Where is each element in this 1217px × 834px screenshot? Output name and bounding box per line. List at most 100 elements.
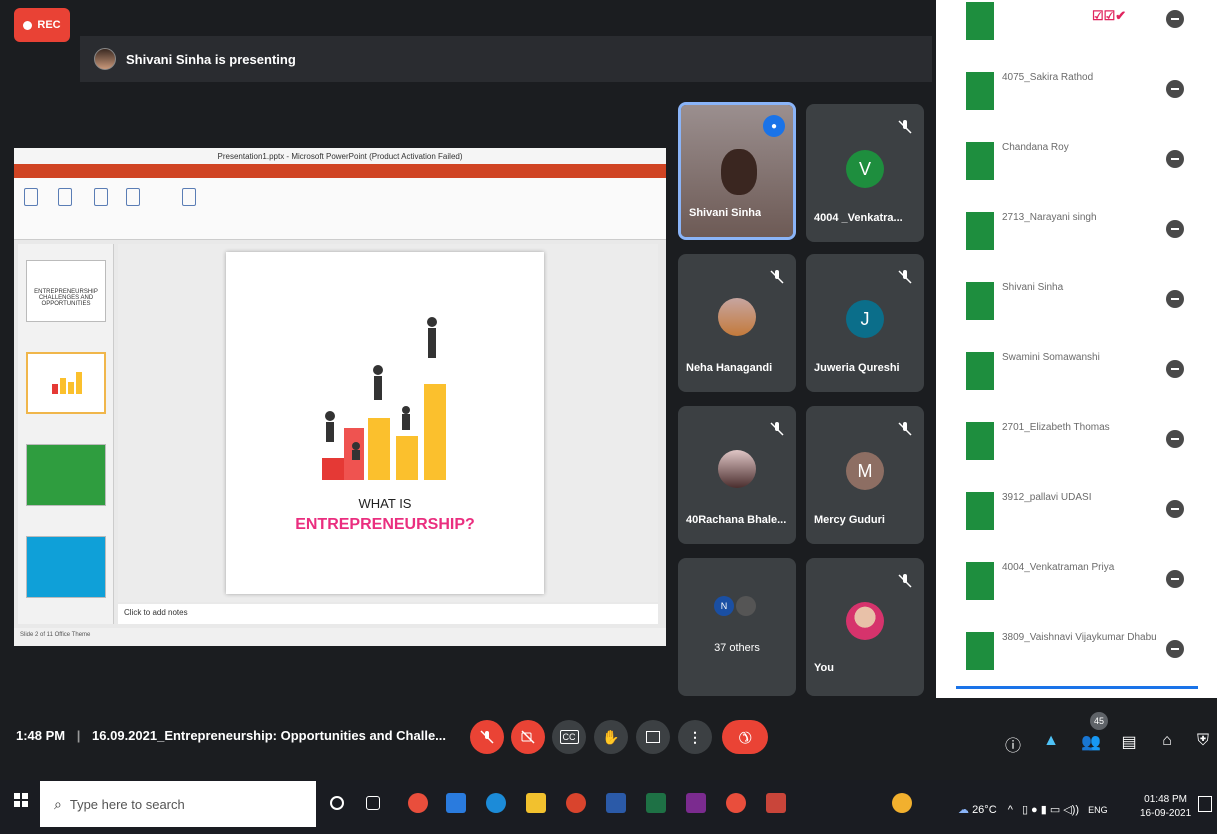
participant-row[interactable]: 4004_Venkatraman Priya — [966, 554, 1196, 624]
ribbon-tool-icon — [182, 188, 196, 206]
shield-icon: ⛨ — [1196, 732, 1209, 749]
ribbon-tool-icon — [126, 188, 140, 206]
taskbar-clock[interactable]: 01:48 PM 16-09-2021 — [1140, 793, 1191, 821]
word-icon[interactable] — [606, 793, 626, 813]
ribbon-tool-icon — [58, 188, 72, 206]
mic-off-icon — [770, 422, 784, 436]
taskbar-search[interactable]: ⌕ Type here to search — [40, 781, 316, 827]
tray-chevron-icon[interactable]: ^ — [1008, 804, 1013, 816]
mic-off-icon — [898, 120, 912, 134]
presenting-text: Shivani Sinha is presenting — [126, 51, 296, 67]
participant-row-name: 3912_pallavi UDASI — [1002, 492, 1092, 503]
participant-row[interactable]: 4075_Sakira Rathod — [966, 64, 1196, 134]
people-icon: 👥 — [1081, 734, 1101, 751]
people-button[interactable]: 👥 — [1080, 732, 1102, 754]
dropbox-icon[interactable] — [446, 793, 466, 813]
chrome-icon[interactable] — [408, 793, 428, 813]
weather-temp[interactable]: 26°C — [972, 804, 997, 816]
notifications-icon[interactable] — [1198, 796, 1212, 812]
participant-row-name: 4075_Sakira Rathod — [1002, 72, 1094, 83]
participant-avatar — [966, 632, 994, 670]
edge-icon[interactable] — [486, 793, 506, 813]
participant-more-icon[interactable] — [1166, 80, 1184, 98]
language-indicator[interactable]: ENG — [1088, 805, 1108, 815]
participant-more-icon[interactable] — [1166, 430, 1184, 448]
app-icon[interactable] — [766, 793, 786, 813]
meeting-info-button[interactable]: ⓘ — [1002, 732, 1024, 755]
panel-scroll-indicator — [956, 686, 1198, 689]
participant-tile[interactable]: M Mercy Guduri — [806, 406, 924, 544]
host-controls-button[interactable]: ⛨ — [1192, 732, 1214, 754]
powerpoint-icon[interactable] — [566, 793, 586, 813]
shapes-icon: ▲ — [1043, 732, 1059, 749]
camera-toggle-button[interactable] — [511, 720, 545, 754]
participant-more-icon[interactable] — [1166, 570, 1184, 588]
mic-off-icon — [480, 730, 494, 744]
tray-status-icons[interactable]: ▯ ● ▮ ▭ ◁)) — [1022, 804, 1079, 816]
participant-photo — [718, 450, 756, 488]
activities-shapes-button[interactable]: ⌂ — [1156, 732, 1178, 754]
recording-badge: REC — [14, 8, 70, 42]
present-button[interactable] — [636, 720, 670, 754]
participant-more-icon[interactable] — [1166, 500, 1184, 518]
ppt-status-bar: Slide 2 of 11 Office Theme — [14, 628, 666, 646]
captions-button[interactable]: CC — [552, 720, 586, 754]
ppt-ribbon — [14, 178, 666, 240]
others-tile[interactable]: N 37 others — [678, 558, 796, 696]
participant-more-icon[interactable] — [1166, 360, 1184, 378]
onenote-icon[interactable] — [686, 793, 706, 813]
participant-avatar — [966, 2, 994, 40]
participant-more-icon[interactable] — [1166, 640, 1184, 658]
participant-row[interactable]: 2713_Narayani singh — [966, 204, 1196, 274]
system-tray: ☁ 26°C ^ ▯ ● ▮ ▭ ◁)) ENG — [958, 803, 1108, 816]
help-icon[interactable] — [892, 793, 912, 813]
windows-start-icon[interactable] — [14, 793, 28, 807]
participant-tile[interactable]: J Juweria Qureshi — [806, 254, 924, 392]
participant-tile[interactable]: V 4004 _Venkatra... — [806, 104, 924, 242]
slide-thumbnail — [26, 352, 106, 414]
participants-panel: ☑☑✔ 4075_Sakira Rathod Chandana Roy 2713… — [936, 0, 1217, 698]
participant-row[interactable] — [966, 0, 1196, 64]
self-photo — [846, 602, 884, 640]
raise-hand-button[interactable]: ✋ — [594, 720, 628, 754]
participant-more-icon[interactable] — [1166, 290, 1184, 308]
participant-row[interactable]: Shivani Sinha — [966, 274, 1196, 344]
participant-more-icon[interactable] — [1166, 150, 1184, 168]
task-view-icon[interactable] — [366, 796, 380, 810]
others-avatar: N — [714, 596, 734, 616]
more-options-button[interactable]: ⋮ — [678, 720, 712, 754]
participant-face — [721, 149, 757, 195]
separator: | — [76, 728, 81, 743]
clock-date: 16-09-2021 — [1140, 808, 1192, 819]
slide-thumbnail — [26, 444, 106, 506]
mic-toggle-button[interactable] — [470, 720, 504, 754]
participant-tile[interactable]: Neha Hanagandi — [678, 254, 796, 392]
self-tile[interactable]: You — [806, 558, 924, 696]
search-icon: ⌕ — [54, 795, 62, 812]
participant-row[interactable]: Chandana Roy — [966, 134, 1196, 204]
participant-row-name: 2713_Narayani singh — [1002, 212, 1097, 223]
participant-more-icon[interactable] — [1166, 220, 1184, 238]
camera-off-icon — [521, 730, 535, 744]
participant-row[interactable]: Swamini Somawanshi — [966, 344, 1196, 414]
activities-button[interactable]: ▲ — [1040, 732, 1062, 754]
participant-initial: J — [846, 300, 884, 338]
cortana-icon[interactable] — [330, 796, 344, 810]
participant-avatar — [966, 282, 994, 320]
meeting-title: 16.09.2021_Entrepreneurship: Opportuniti… — [92, 728, 447, 743]
participant-row[interactable]: 2701_Elizabeth Thomas — [966, 414, 1196, 484]
slide-title-line1: WHAT IS — [358, 496, 412, 511]
excel-icon[interactable] — [646, 793, 666, 813]
leave-call-button[interactable]: ✆ — [722, 720, 768, 754]
participant-row[interactable]: 3809_Vaishnavi Vijaykumar Dhabu — [966, 624, 1196, 694]
chrome-2-icon[interactable] — [726, 793, 746, 813]
mic-off-icon — [898, 422, 912, 436]
file-explorer-icon[interactable] — [526, 793, 546, 813]
participant-row[interactable]: 3912_pallavi UDASI — [966, 484, 1196, 554]
weather-icon: ☁ — [958, 804, 969, 816]
participant-tile[interactable]: ● Shivani Sinha — [678, 102, 796, 240]
participant-more-icon[interactable] — [1166, 10, 1184, 28]
participant-tile[interactable]: 40Rachana Bhale... — [678, 406, 796, 544]
chat-button[interactable]: ▤ — [1118, 732, 1140, 754]
people-count-badge: 45 — [1090, 712, 1108, 730]
